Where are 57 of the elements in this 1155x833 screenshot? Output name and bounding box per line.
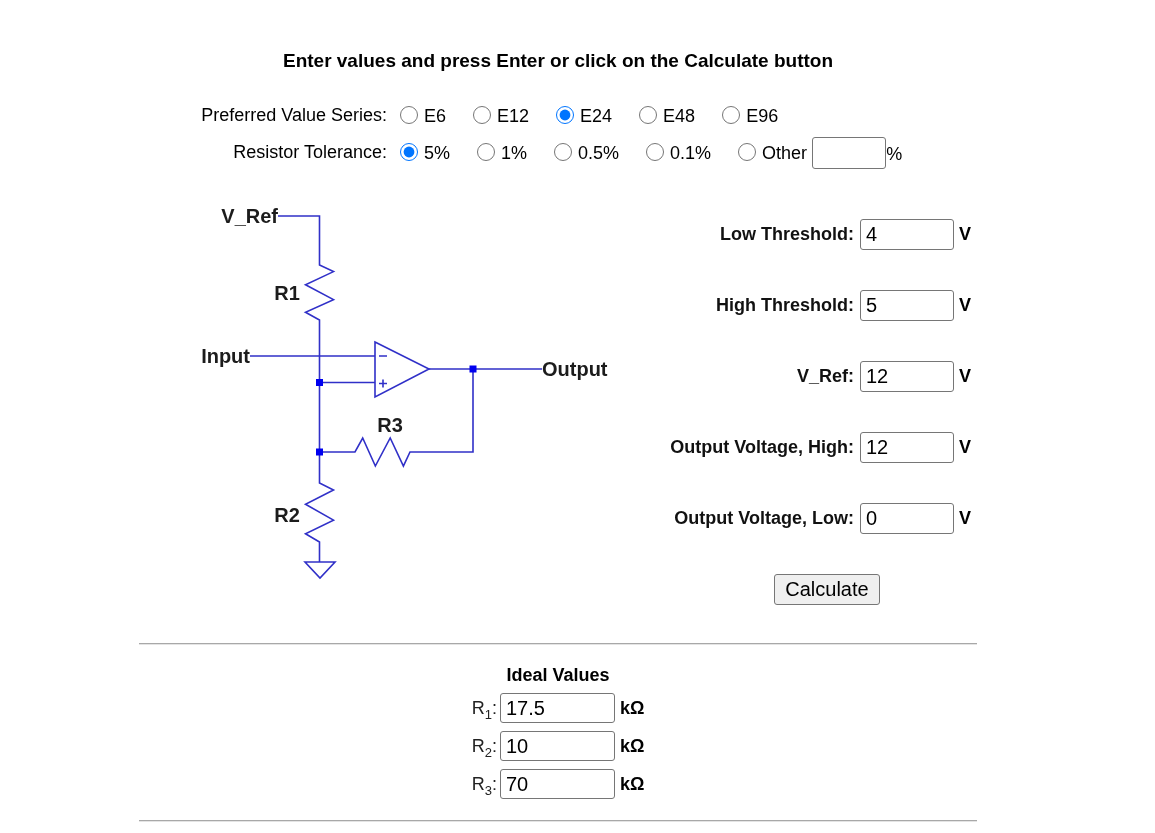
field-label: Output Voltage, High: bbox=[669, 437, 855, 458]
tolerance-input[interactable] bbox=[812, 137, 887, 169]
radio-button[interactable] bbox=[400, 106, 418, 124]
unit-label: % bbox=[886, 142, 903, 165]
value-input[interactable]: 5 bbox=[860, 290, 954, 321]
unit-label: V bbox=[958, 366, 972, 387]
value-input[interactable]: 4 bbox=[860, 219, 954, 250]
radio-option[interactable]: E12 bbox=[473, 103, 530, 127]
radio-button[interactable] bbox=[556, 106, 575, 124]
schematic-label: Output bbox=[542, 358, 608, 380]
result-input[interactable]: 17.5 bbox=[499, 693, 615, 723]
schematic-label: Input bbox=[201, 345, 250, 367]
unit-label: kΩ bbox=[618, 697, 645, 719]
page-heading: Enter values and press Enter or click on the Calculate button bbox=[281, 49, 835, 73]
section-title: Ideal Values bbox=[505, 664, 611, 686]
schematic-label: R3 bbox=[377, 414, 403, 436]
radio-button[interactable] bbox=[554, 143, 573, 161]
unit-label: V bbox=[958, 224, 972, 245]
radio-option[interactable]: E6 bbox=[400, 103, 447, 127]
result-input[interactable]: 70 bbox=[499, 769, 615, 799]
option-group-label: Preferred Value Series: bbox=[200, 104, 387, 127]
schematic-label: R1 bbox=[274, 282, 300, 304]
resistor-label: R$_{2}$: bbox=[471, 735, 498, 757]
unit-label: kΩ bbox=[618, 773, 645, 795]
calculate-button[interactable]: Calculate bbox=[774, 574, 880, 605]
radio-option[interactable]: E24 bbox=[556, 103, 613, 127]
radio-button[interactable] bbox=[477, 143, 495, 161]
radio-button[interactable] bbox=[646, 143, 665, 161]
schematic-label: V_Ref bbox=[221, 205, 278, 227]
unit-label: V bbox=[958, 508, 972, 529]
field-label: High Threshold: bbox=[715, 295, 855, 316]
radio-button[interactable] bbox=[738, 143, 757, 161]
resistor-label: R$_{1}$: bbox=[471, 697, 498, 719]
value-input[interactable]: 12 bbox=[860, 432, 954, 463]
radio-button[interactable] bbox=[722, 106, 741, 124]
schematic-label: R2 bbox=[274, 504, 300, 526]
option-group-label: Resistor Tolerance: bbox=[232, 141, 387, 164]
radio-option[interactable]: 5% bbox=[400, 140, 450, 164]
radio-option[interactable]: E48 bbox=[639, 103, 696, 127]
field-label: V_Ref: bbox=[796, 366, 855, 387]
radio-option[interactable]: E96 bbox=[722, 103, 779, 127]
radio-option[interactable]: 0.1% bbox=[646, 140, 712, 164]
value-input[interactable]: 0 bbox=[860, 503, 954, 534]
result-input[interactable]: 10 bbox=[499, 731, 615, 761]
unit-label: V bbox=[958, 295, 972, 316]
radio-option[interactable]: 1% bbox=[477, 140, 528, 164]
radio-button[interactable] bbox=[639, 106, 658, 124]
radio-option[interactable]: 0.5% bbox=[554, 140, 620, 164]
value-input[interactable]: 12 bbox=[860, 361, 954, 392]
unit-label: V bbox=[958, 437, 972, 458]
radio-option[interactable]: Other bbox=[738, 140, 808, 164]
radio-button[interactable] bbox=[400, 143, 418, 161]
field-label: Low Threshold: bbox=[719, 224, 855, 245]
radio-button[interactable] bbox=[473, 106, 492, 124]
unit-label: kΩ bbox=[618, 735, 645, 757]
resistor-label: R$_{3}$: bbox=[471, 773, 498, 795]
field-label: Output Voltage, Low: bbox=[673, 508, 855, 529]
